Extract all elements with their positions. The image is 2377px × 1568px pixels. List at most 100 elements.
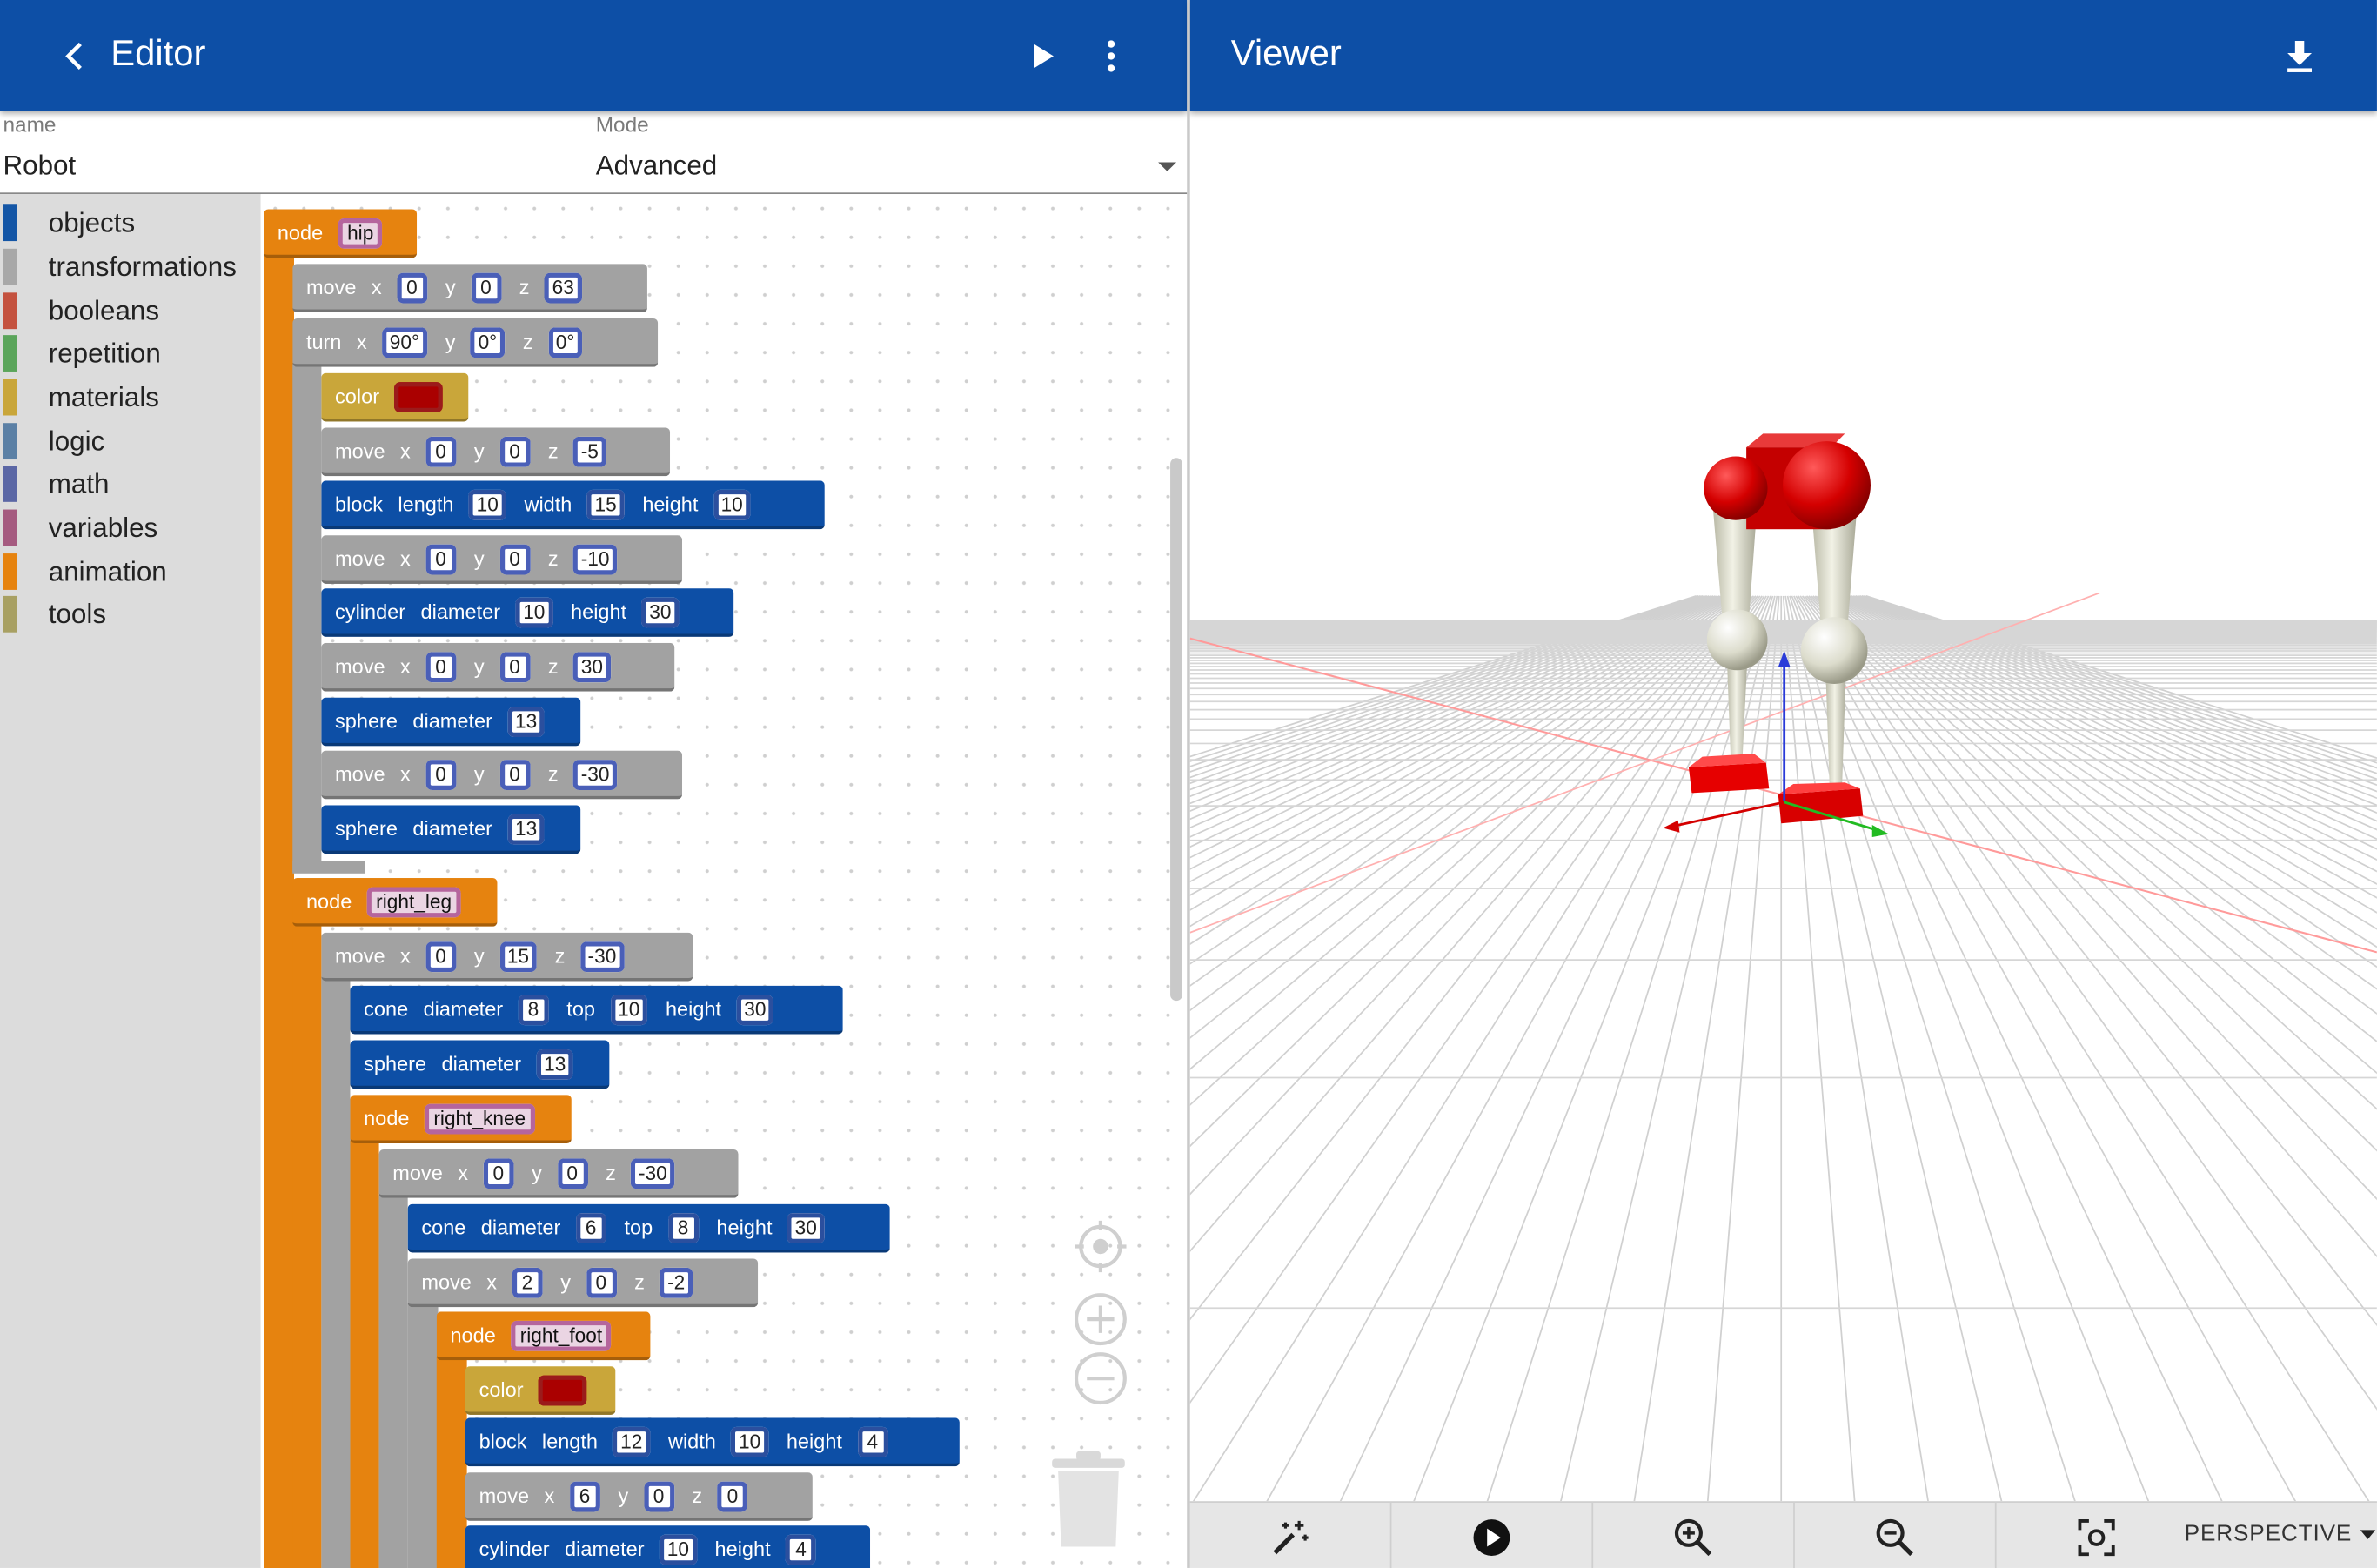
color-block[interactable]: color <box>465 1366 616 1415</box>
cone-block[interactable]: cone diameter 6 top 8 height 30 <box>407 1203 890 1253</box>
number-input[interactable]: -5 <box>573 437 606 468</box>
category-materials[interactable]: materials <box>0 376 261 419</box>
number-input[interactable]: 0 <box>499 760 530 791</box>
cylinder-block[interactable]: cylinder diameter 10 height 4 <box>465 1525 871 1568</box>
number-input[interactable]: 0 <box>499 437 530 468</box>
node-block[interactable]: node right_foot <box>436 1311 651 1361</box>
minus-circle-icon[interactable] <box>1074 1351 1128 1406</box>
move-block[interactable]: move x 6 y 0 z 0 <box>465 1472 813 1521</box>
category-booleans[interactable]: booleans <box>0 290 261 332</box>
number-input[interactable]: 30 <box>787 1213 825 1244</box>
number-input[interactable]: 15 <box>499 941 537 973</box>
number-input[interactable]: 13 <box>507 707 545 738</box>
plus-circle-icon[interactable] <box>1074 1292 1128 1347</box>
move-block[interactable]: move x 0 y 0 z -5 <box>321 427 671 477</box>
move-block[interactable]: move x 0 y 0 z 63 <box>292 264 647 312</box>
trash-icon[interactable] <box>1049 1450 1128 1550</box>
node-name-field[interactable]: hip <box>338 218 383 250</box>
number-input[interactable]: 0 <box>586 1268 617 1299</box>
number-input[interactable]: -10 <box>573 545 618 576</box>
number-input[interactable]: 6 <box>569 1482 600 1513</box>
number-input[interactable]: 10 <box>468 490 506 521</box>
number-input[interactable]: 0 <box>425 437 457 468</box>
number-input[interactable]: 30 <box>736 995 774 1026</box>
number-input[interactable]: 4 <box>857 1427 888 1458</box>
number-input[interactable]: 13 <box>536 1049 574 1081</box>
node-block[interactable]: node right_leg <box>292 878 498 927</box>
move-block[interactable]: move x 0 y 0 z 30 <box>321 642 675 692</box>
color-block[interactable]: color <box>321 372 469 422</box>
number-input[interactable]: 0 <box>425 760 457 791</box>
number-input[interactable]: 15 <box>586 490 625 521</box>
number-input[interactable]: 2 <box>512 1268 543 1299</box>
zoom-in-button[interactable] <box>1593 1503 1795 1568</box>
camera-mode-select[interactable]: PERSPECTIVE <box>2185 1521 2353 1547</box>
target-icon[interactable] <box>1074 1219 1128 1274</box>
number-input[interactable]: 0 <box>471 273 501 305</box>
number-input[interactable]: 0 <box>425 941 457 973</box>
name-field[interactable]: Robot <box>3 151 76 183</box>
category-repetition[interactable]: repetition <box>0 332 261 375</box>
node-name-field[interactable]: right_knee <box>424 1104 535 1136</box>
number-input[interactable]: 0 <box>397 273 427 305</box>
robot-scene[interactable] <box>1189 111 2377 1502</box>
more-vert-icon[interactable] <box>1103 38 1118 75</box>
move-block[interactable]: move x 0 y 0 z -10 <box>321 535 683 584</box>
viewer-canvas[interactable] <box>1189 111 2377 1502</box>
category-math[interactable]: math <box>0 463 261 506</box>
sphere-block[interactable]: sphere diameter 13 <box>321 805 581 854</box>
block-object-block[interactable]: block length 10 width 15 height 10 <box>321 480 825 530</box>
number-input[interactable]: 0 <box>643 1482 674 1513</box>
move-block[interactable]: move x 0 y 15 z -30 <box>321 932 693 982</box>
number-input[interactable]: 0 <box>483 1159 514 1190</box>
sphere-block[interactable]: sphere diameter 13 <box>321 697 581 747</box>
sphere-block[interactable]: sphere diameter 13 <box>350 1040 610 1089</box>
chevron-left-icon[interactable] <box>61 39 91 72</box>
number-input[interactable]: 0 <box>425 653 457 683</box>
category-logic[interactable]: logic <box>0 420 261 463</box>
pane-divider[interactable] <box>1187 0 1190 1568</box>
workspace-scrollbar[interactable] <box>1170 458 1182 1002</box>
number-input[interactable]: 10 <box>610 995 648 1026</box>
number-input[interactable]: 0 <box>425 545 457 576</box>
screenshot-button[interactable] <box>1997 1503 2199 1568</box>
number-input[interactable]: 10 <box>731 1427 768 1458</box>
number-input[interactable]: 0 <box>717 1482 748 1513</box>
number-input[interactable]: 30 <box>573 653 611 683</box>
number-input[interactable]: 13 <box>507 814 545 846</box>
move-block[interactable]: move x 0 y 0 z -30 <box>378 1149 739 1198</box>
angle-input[interactable]: 0° <box>470 328 505 359</box>
number-input[interactable]: 12 <box>613 1427 651 1458</box>
mode-select[interactable]: Advanced <box>596 151 717 183</box>
move-block[interactable]: move x 0 y 0 z -30 <box>321 750 683 800</box>
color-swatch[interactable] <box>538 1376 587 1407</box>
number-input[interactable]: -30 <box>579 941 625 973</box>
play-icon[interactable] <box>1029 41 1056 71</box>
number-input[interactable]: 10 <box>515 598 553 629</box>
number-input[interactable]: 6 <box>575 1213 606 1244</box>
number-input[interactable]: 0 <box>557 1159 588 1190</box>
category-animation[interactable]: animation <box>0 551 261 593</box>
turn-block[interactable]: turn x 90° y 0° z 0° <box>292 318 659 367</box>
number-input[interactable]: -30 <box>573 760 618 791</box>
angle-input[interactable]: 0° <box>548 328 583 359</box>
number-input[interactable]: 8 <box>667 1213 699 1244</box>
move-block[interactable]: move x 2 y 0 z -2 <box>407 1258 759 1308</box>
cylinder-block[interactable]: cylinder diameter 10 height 30 <box>321 588 734 637</box>
number-input[interactable]: 4 <box>786 1535 816 1566</box>
number-input[interactable]: 10 <box>660 1535 697 1566</box>
number-input[interactable]: 63 <box>544 273 582 305</box>
number-input[interactable]: 8 <box>518 995 549 1026</box>
blocks-workspace[interactable]: node hip move x 0 y 0 z 63 turn x 90° y 0° z 0° color… <box>260 194 1188 1568</box>
node-name-field[interactable]: right_foot <box>511 1321 612 1352</box>
cone-block[interactable]: cone diameter 8 top 10 height 30 <box>350 985 843 1035</box>
number-input[interactable]: 0 <box>499 545 530 576</box>
number-input[interactable]: 10 <box>713 490 751 521</box>
block-object-block[interactable]: block length 12 width 10 height 4 <box>465 1417 960 1467</box>
node-block[interactable]: node right_knee <box>350 1095 572 1143</box>
number-input[interactable]: -30 <box>631 1159 675 1190</box>
zoom-out-button[interactable] <box>1795 1503 1997 1568</box>
chevron-down-icon[interactable] <box>2359 1529 2377 1543</box>
download-icon[interactable] <box>2283 38 2316 75</box>
category-objects[interactable]: objects <box>0 202 261 245</box>
